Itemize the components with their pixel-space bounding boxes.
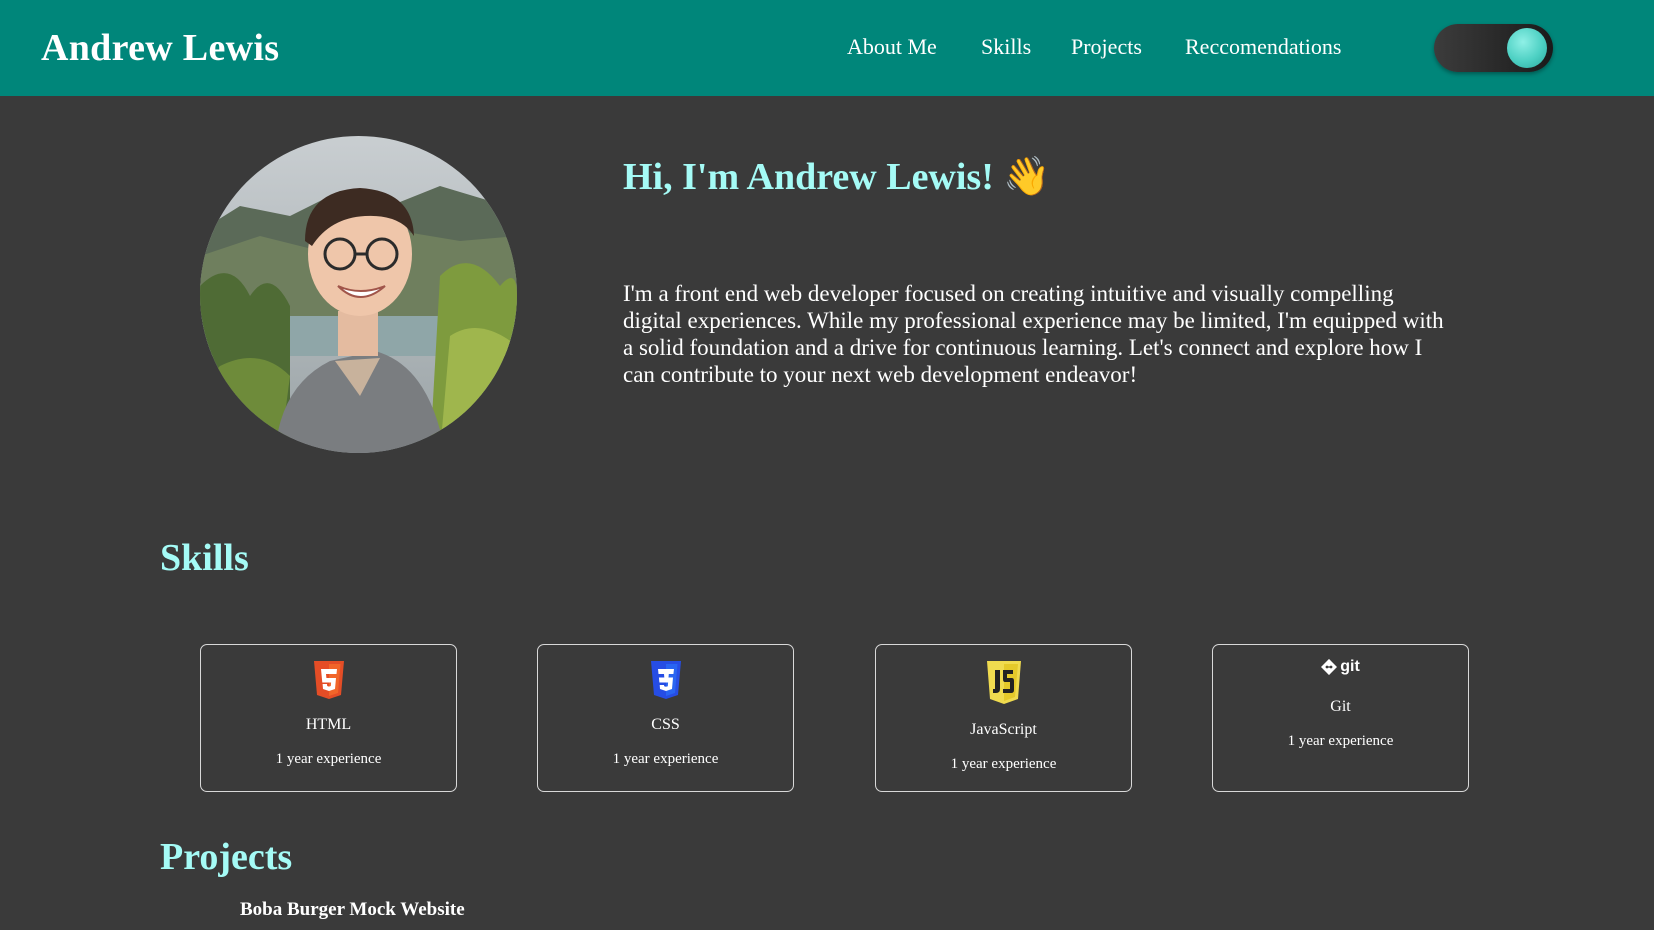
css3-icon — [538, 661, 793, 701]
git-icon: git — [1213, 658, 1468, 676]
theme-toggle[interactable] — [1434, 24, 1553, 72]
profile-photo — [200, 136, 517, 453]
skill-card-html: HTML 1 year experience — [200, 644, 457, 792]
git-logo-text: git — [1340, 658, 1360, 675]
skills-heading: Skills — [160, 537, 249, 579]
skill-name: CSS — [651, 716, 680, 733]
nav-reccomendations[interactable]: Reccomendations — [1185, 34, 1341, 60]
skill-experience: 1 year experience — [612, 751, 719, 767]
nav-links: About Me Skills Projects Reccomendations — [0, 34, 1654, 64]
skill-name: Git — [1330, 698, 1351, 715]
project-title[interactable]: Boba Burger Mock Website — [240, 899, 465, 921]
nav-projects[interactable]: Projects — [1071, 34, 1142, 60]
nav-skills[interactable]: Skills — [981, 34, 1031, 60]
skill-card-css: CSS 1 year experience — [537, 644, 794, 792]
wave-emoji-icon: 👋 — [1003, 156, 1051, 198]
skill-experience: 1 year experience — [1287, 733, 1394, 749]
navbar: Andrew Lewis About Me Skills Projects Re… — [0, 0, 1654, 96]
bio-text: I'm a front end web developer focused on… — [623, 281, 1444, 387]
javascript-icon — [876, 661, 1131, 705]
skill-card-javascript: JavaScript 1 year experience — [875, 644, 1132, 792]
greeting-text: Hi, I'm Andrew Lewis! — [623, 156, 994, 198]
skill-experience: 1 year experience — [950, 756, 1057, 772]
skill-name: JavaScript — [970, 721, 1037, 738]
skill-experience: 1 year experience — [275, 751, 382, 767]
projects-heading: Projects — [160, 836, 293, 878]
toggle-knob — [1507, 28, 1547, 68]
nav-about-me[interactable]: About Me — [847, 34, 937, 60]
skill-card-git: git Git 1 year experience — [1212, 644, 1469, 792]
skill-name: HTML — [305, 716, 352, 733]
hero-greeting: Hi, I'm Andrew Lewis! 👋 — [623, 155, 1051, 199]
html5-icon — [201, 661, 456, 701]
